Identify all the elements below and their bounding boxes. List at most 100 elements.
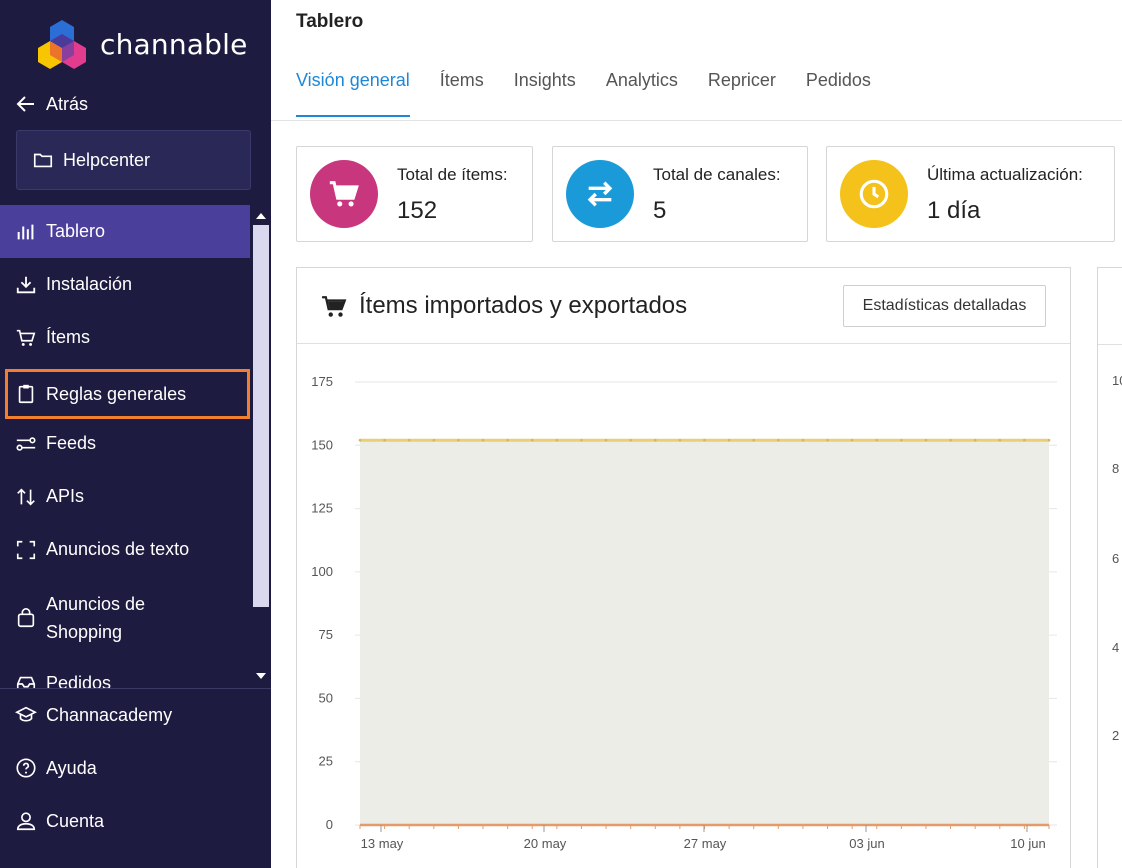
sidebar-item-pedidos[interactable]: Pedidos	[0, 667, 250, 688]
sidebar-item-cuenta[interactable]: Cuenta	[0, 806, 271, 836]
y-tick-label: 10	[1112, 373, 1122, 388]
y-tick-label: 125	[311, 501, 333, 516]
sidebar-item-ayuda[interactable]: Ayuda	[0, 753, 271, 783]
sidebar-scrollbar[interactable]	[251, 205, 269, 688]
arrow-left-icon	[16, 96, 34, 112]
series-point	[1047, 438, 1051, 442]
tab-bar: Visión general Ítems Insights Analytics …	[296, 70, 901, 117]
series-point	[530, 438, 534, 442]
shopping-bag-icon	[17, 608, 35, 628]
detailed-stats-button[interactable]: Estadísticas detalladas	[843, 285, 1046, 327]
sidebar-item-label: Feeds	[46, 433, 97, 453]
cart-icon	[322, 296, 347, 317]
sidebar-item-tablero[interactable]: Tablero	[0, 205, 250, 258]
brand-logo[interactable]: channable	[36, 18, 248, 70]
y-tick-label: 4	[1112, 640, 1120, 655]
sidebar-item-label: Tablero	[46, 221, 106, 241]
y-tick-label: 50	[319, 690, 333, 705]
sidebar-item-instalacion[interactable]: Instalación	[0, 258, 250, 311]
series-point	[826, 438, 829, 442]
sidebar-item-anuncios-texto[interactable]: Anuncios de texto	[0, 523, 250, 576]
frame-corners-icon	[16, 540, 36, 559]
stat-icon-circle	[566, 160, 634, 228]
inbox-icon	[16, 676, 36, 688]
sidebar-item-label: Instalación	[46, 274, 133, 294]
stat-value: 152	[397, 197, 438, 224]
items-chart: 175 150 125 100 75 50 25 0 13 may 20 may 27 may 03 …	[311, 374, 1057, 851]
series-point	[727, 438, 731, 442]
scrollbar-thumb[interactable]	[253, 225, 269, 607]
tabs-divider	[271, 120, 1122, 121]
sidebar-item-reglas-generales[interactable]: Reglas generales	[5, 369, 250, 419]
series-point	[777, 438, 780, 442]
tab-analytics[interactable]: Analytics	[606, 70, 678, 117]
back-link[interactable]: Atrás	[14, 92, 88, 116]
sidebar: channable Atrás Helpcenter Tablero Insta…	[0, 0, 271, 868]
series-point	[457, 438, 460, 442]
series-point	[653, 438, 657, 442]
sidebar-item-label: Anuncios de Shopping	[46, 594, 146, 642]
sidebar-item-anuncios-shopping[interactable]: Anuncios de Shopping	[0, 583, 250, 653]
tab-pedidos[interactable]: Pedidos	[806, 70, 871, 117]
sidebar-item-items[interactable]: Ítems	[0, 311, 250, 364]
app-root: channable Atrás Helpcenter Tablero Insta…	[0, 0, 1122, 868]
y-tick-label: 150	[311, 437, 333, 452]
series-point	[998, 438, 1002, 442]
sidebar-item-apis[interactable]: APIs	[0, 470, 250, 523]
stat-label: Total de canales:	[653, 165, 781, 184]
swap-arrows-icon	[587, 181, 613, 207]
scroll-up-arrow-icon[interactable]	[256, 213, 266, 219]
series-point	[973, 438, 977, 442]
card-header: Ítems importados y exportados Estadístic…	[297, 268, 1070, 344]
cart-icon	[329, 181, 359, 207]
scroll-down-arrow-icon[interactable]	[256, 673, 266, 679]
series-point	[604, 438, 608, 442]
sidebar-item-label: Ítems	[46, 327, 91, 347]
sidebar-item-channacademy[interactable]: Channacademy	[0, 700, 271, 730]
x-tick-label: 20 may	[524, 836, 567, 851]
series-point	[875, 438, 879, 442]
series-point	[678, 438, 682, 442]
series-point	[924, 438, 928, 442]
tab-repricer[interactable]: Repricer	[708, 70, 776, 117]
items-chart-card: Ítems importados y exportados Estadístic…	[296, 267, 1071, 868]
series-point	[703, 438, 706, 442]
series-point	[506, 438, 509, 442]
y-tick-label: 6	[1112, 551, 1120, 566]
help-circle-icon	[16, 758, 36, 778]
series-point	[580, 438, 583, 442]
stat-icon-circle	[840, 160, 908, 228]
tab-vision-general[interactable]: Visión general	[296, 70, 410, 117]
series-point	[432, 438, 436, 442]
stat-value: 5	[653, 197, 667, 224]
sidebar-item-label: Ayuda	[46, 757, 97, 778]
y-tick-label: 0	[326, 817, 333, 832]
series-point	[407, 438, 411, 442]
tab-insights[interactable]: Insights	[514, 70, 576, 117]
project-selector[interactable]: Helpcenter	[16, 130, 251, 190]
x-tick-label: 03 jun	[849, 836, 884, 851]
sidebar-item-label: Cuenta	[46, 810, 105, 831]
series-point	[1023, 438, 1026, 442]
series-point	[481, 438, 485, 442]
series-area	[360, 440, 1049, 825]
stat-label: Total de ítems:	[397, 165, 508, 184]
main-content: Tablero Visión general Ítems Insights An…	[271, 0, 1122, 868]
y-tick-label: 25	[319, 754, 333, 769]
y-tick-label: 2	[1112, 728, 1120, 743]
clock-icon	[859, 179, 889, 209]
stat-value: 1 día	[927, 197, 981, 224]
series-point	[383, 438, 386, 442]
page-title: Tablero	[296, 11, 364, 32]
y-tick-label: 175	[311, 374, 333, 389]
sidebar-item-label: APIs	[46, 486, 85, 506]
card-header-divider	[1098, 344, 1122, 345]
stat-card-actualizacion: Última actualización: 1 día	[826, 146, 1115, 242]
sidebar-divider	[0, 688, 271, 689]
sidebar-item-label: Anuncios de texto	[46, 539, 190, 559]
clipboard-icon	[18, 384, 34, 404]
sidebar-item-feeds[interactable]: Feeds	[0, 417, 250, 470]
tab-items[interactable]: Ítems	[440, 70, 484, 117]
x-tick-label: 13 may	[361, 836, 404, 851]
stat-icon-circle	[310, 160, 378, 228]
